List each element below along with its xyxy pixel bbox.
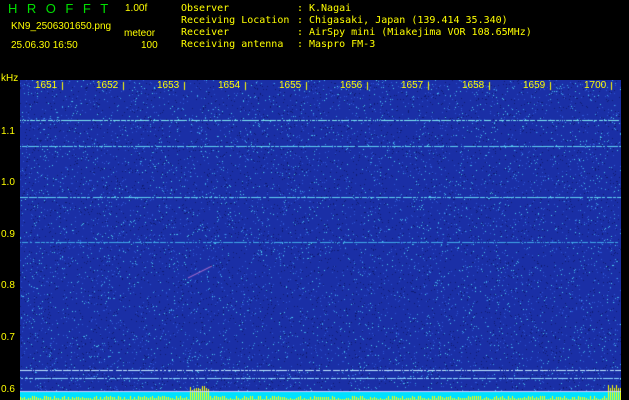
header-panel: HROFFT 1.00f KN9_2506301650.png meteor 2… (0, 0, 629, 76)
colon: : (297, 39, 304, 50)
right-border (621, 80, 629, 400)
x-tick-label: 1658 (462, 80, 485, 91)
location-value: Chigasaki, Japan (139.414 35.340) (309, 15, 508, 26)
x-tick-label: 1652 (96, 80, 119, 91)
x-tick-label: 1653 (157, 80, 180, 91)
app-title: HROFFT (8, 1, 118, 16)
location-label: Receiving Location (181, 15, 290, 26)
filename-label: KN9_2506301650.png (11, 21, 112, 32)
antenna-label: Receiving antenna (181, 39, 284, 50)
x-tick-label: 1651 (35, 80, 58, 91)
y-tick-label: 1.0 (1, 177, 15, 189)
y-tick-label: 0.8 (1, 280, 15, 292)
y-tick-label: 1.1 (1, 125, 15, 137)
y-tick-label: 0.9 (1, 228, 15, 240)
colon: : (297, 27, 304, 38)
y-tick-label: 0.6 (1, 383, 15, 395)
x-tick-label: 1654 (218, 80, 241, 91)
version-label: 1.00f (125, 3, 148, 14)
datetime-label: 25.06.30 16:50 (11, 40, 78, 51)
antenna-value: Maspro FM-3 (309, 39, 376, 50)
colon: : (297, 15, 304, 26)
x-tick-label: 1659 (523, 80, 546, 91)
y-axis-unit: kHz (1, 73, 19, 84)
x-tick-label: 1656 (340, 80, 363, 91)
x-tick-label: 1655 (279, 80, 302, 91)
spectrogram (20, 80, 621, 400)
observer-value: K.Nagai (309, 3, 352, 14)
colon: : (297, 3, 304, 14)
x-tick-label: 1657 (401, 80, 424, 91)
receiver-value: AirSpy mini (Miakejima VOR 108.65MHz) (309, 27, 532, 38)
meteor-label: meteor (124, 28, 156, 39)
count-label: 100 (141, 40, 158, 51)
observer-label: Observer (181, 3, 230, 14)
y-tick-label: 0.7 (1, 332, 15, 344)
receiver-label: Receiver (181, 27, 230, 38)
x-tick-label: 1700 (584, 80, 607, 91)
